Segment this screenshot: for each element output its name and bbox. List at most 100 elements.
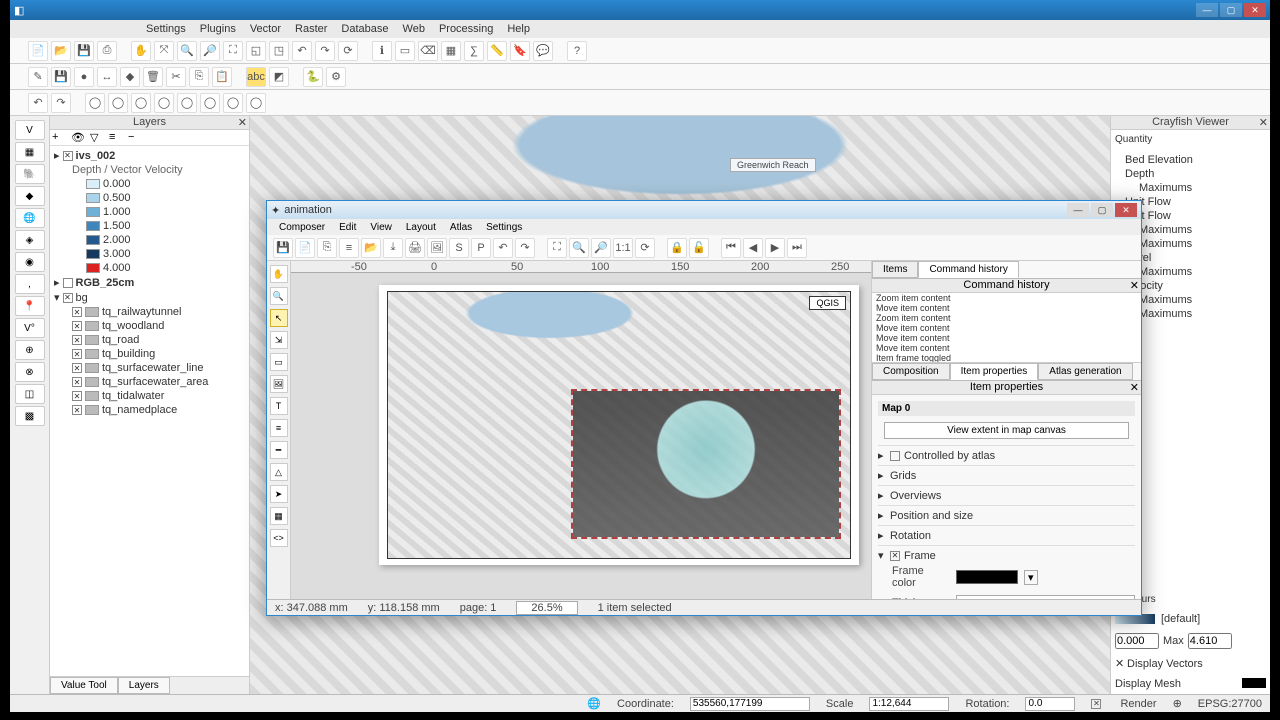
tab-atlas-generation[interactable]: Atlas generation [1038,363,1132,380]
layer-row[interactable]: 2.000 [52,233,247,247]
add-csv-icon[interactable]: , [15,274,45,294]
c-refresh-button[interactable]: ⟳ [635,238,655,258]
node-tool-button[interactable]: ◆ [120,67,140,87]
layer-add-group-icon[interactable]: + [52,131,68,145]
group-overviews[interactable]: ▸Overviews [878,489,1135,502]
t3-c[interactable]: ◯ [131,93,151,113]
identify-button[interactable]: ℹ [372,41,392,61]
c-savetpl-button[interactable]: ⤓ [383,238,403,258]
c-zoom100-button[interactable]: 1:1 [613,238,633,258]
scale-input[interactable] [869,697,949,711]
label-tool-button[interactable]: ◩ [269,67,289,87]
add-spatialite-icon[interactable]: ◆ [15,186,45,206]
help-button[interactable]: ? [567,41,587,61]
composer-close-button[interactable]: ✕ [1115,203,1137,217]
cmenu-edit[interactable]: Edit [333,222,362,233]
add-gps-icon[interactable]: 📍 [15,296,45,316]
layer-row[interactable]: ✕tq_road [52,333,247,347]
layer-expand-icon[interactable]: ≡ [109,131,125,145]
layer-row[interactable]: Depth / Vector Velocity [52,163,247,177]
abc-button[interactable]: abc [246,67,266,87]
t3-e[interactable]: ◯ [177,93,197,113]
group-rotation[interactable]: ▸Rotation [878,529,1135,542]
c-dup-button[interactable]: ⎘ [317,238,337,258]
zoom-selection-button[interactable]: ◳ [269,41,289,61]
layer-row[interactable]: ✕tq_building [52,347,247,361]
contour-max-input[interactable] [1188,633,1232,649]
layer-row[interactable]: 0.500 [52,191,247,205]
layer-row[interactable]: 0.000 [52,177,247,191]
tab-items[interactable]: Items [872,261,918,278]
crayfish-close-icon[interactable]: ✕ [1259,116,1268,129]
cmenu-composer[interactable]: Composer [273,222,331,233]
select-button[interactable]: ▭ [395,41,415,61]
layer-row[interactable]: ▸✕ivs_002 [52,148,247,163]
history-item[interactable]: Zoom item content [872,313,1141,323]
c-export-pdf-button[interactable]: P [471,238,491,258]
c-save-button[interactable]: 💾 [273,238,293,258]
tab-item-properties[interactable]: Item properties [950,363,1039,380]
c-lock-button[interactable]: 🔒 [667,238,687,258]
c-addshape-tool[interactable]: △ [270,463,288,481]
crs-icon[interactable]: ⊕ [1173,697,1182,710]
group-position[interactable]: ▸Position and size [878,509,1135,522]
c-addhtml-tool[interactable]: <> [270,529,288,547]
add-wms-icon[interactable]: 🌐 [15,208,45,228]
layer-row[interactable]: ✕tq_railwaytunnel [52,305,247,319]
t3-g[interactable]: ◯ [223,93,243,113]
zoom-out-button[interactable]: 🔎 [200,41,220,61]
rotation-input[interactable] [1025,697,1075,711]
crayfish-item[interactable]: Depth [1115,167,1266,181]
menu-vector[interactable]: Vector [244,23,287,35]
menu-help[interactable]: Help [501,23,536,35]
menu-settings[interactable]: Settings [140,23,192,35]
new-project-button[interactable]: 📄 [28,41,48,61]
cmenu-atlas[interactable]: Atlas [444,222,478,233]
c-undo-button[interactable]: ↶ [493,238,513,258]
crayfish-item[interactable]: Bed Elevation [1115,153,1266,167]
c-zoom-tool[interactable]: 🔍 [270,287,288,305]
add-raster-icon[interactable]: ▦ [15,142,45,162]
layer-filter-icon[interactable]: ▽ [90,131,106,145]
c-addarrow-tool[interactable]: ➤ [270,485,288,503]
c-addimage-tool[interactable]: 🖼 [270,375,288,393]
refresh-button[interactable]: ⟳ [338,41,358,61]
display-vectors-checkbox[interactable]: ✕ [1115,658,1124,670]
tool-c-icon[interactable]: ◫ [15,384,45,404]
cmenu-view[interactable]: View [364,222,398,233]
c-movecontent-tool[interactable]: ⇲ [270,331,288,349]
cut-button[interactable]: ✂ [166,67,186,87]
tool-d-icon[interactable]: ▩ [15,406,45,426]
composer-minimize-button[interactable]: — [1067,203,1089,217]
layer-visibility-icon[interactable]: 👁 [71,131,87,145]
bookmark-button[interactable]: 🔖 [510,41,530,61]
contour-min-input[interactable] [1115,633,1159,649]
frame-color-dropdown[interactable]: ▾ [1024,570,1038,585]
menu-plugins[interactable]: Plugins [194,23,242,35]
redo-button[interactable]: ↷ [51,93,71,113]
t3-d[interactable]: ◯ [154,93,174,113]
t3-b[interactable]: ◯ [108,93,128,113]
c-zoomin-button[interactable]: 🔍 [569,238,589,258]
menu-processing[interactable]: Processing [433,23,499,35]
paste-button[interactable]: 📋 [212,67,232,87]
python-button[interactable]: 🐍 [303,67,323,87]
undo-button[interactable]: ↶ [28,93,48,113]
history-item[interactable]: Item frame toggled [872,353,1141,363]
layer-row[interactable]: ✕tq_surfacewater_line [52,361,247,375]
c-select-tool[interactable]: ↖ [270,309,288,327]
menu-raster[interactable]: Raster [289,23,333,35]
edit-button[interactable]: ✎ [28,67,48,87]
c-next-button[interactable]: ▶ [765,238,785,258]
composer-maximize-button[interactable]: ▢ [1091,203,1113,217]
measure-button[interactable]: 📏 [487,41,507,61]
delete-button[interactable]: 🗑 [143,67,163,87]
tab-command-history[interactable]: Command history [918,261,1018,278]
c-addlegend-tool[interactable]: ≡ [270,419,288,437]
copy-button[interactable]: ⎘ [189,67,209,87]
view-extent-button[interactable]: View extent in map canvas [884,422,1129,439]
move-feature-button[interactable]: ↔ [97,67,117,87]
crayfish-item[interactable]: Maximums [1115,181,1266,195]
c-addmap-tool[interactable]: ▭ [270,353,288,371]
c-first-button[interactable]: ⏮ [721,238,741,258]
